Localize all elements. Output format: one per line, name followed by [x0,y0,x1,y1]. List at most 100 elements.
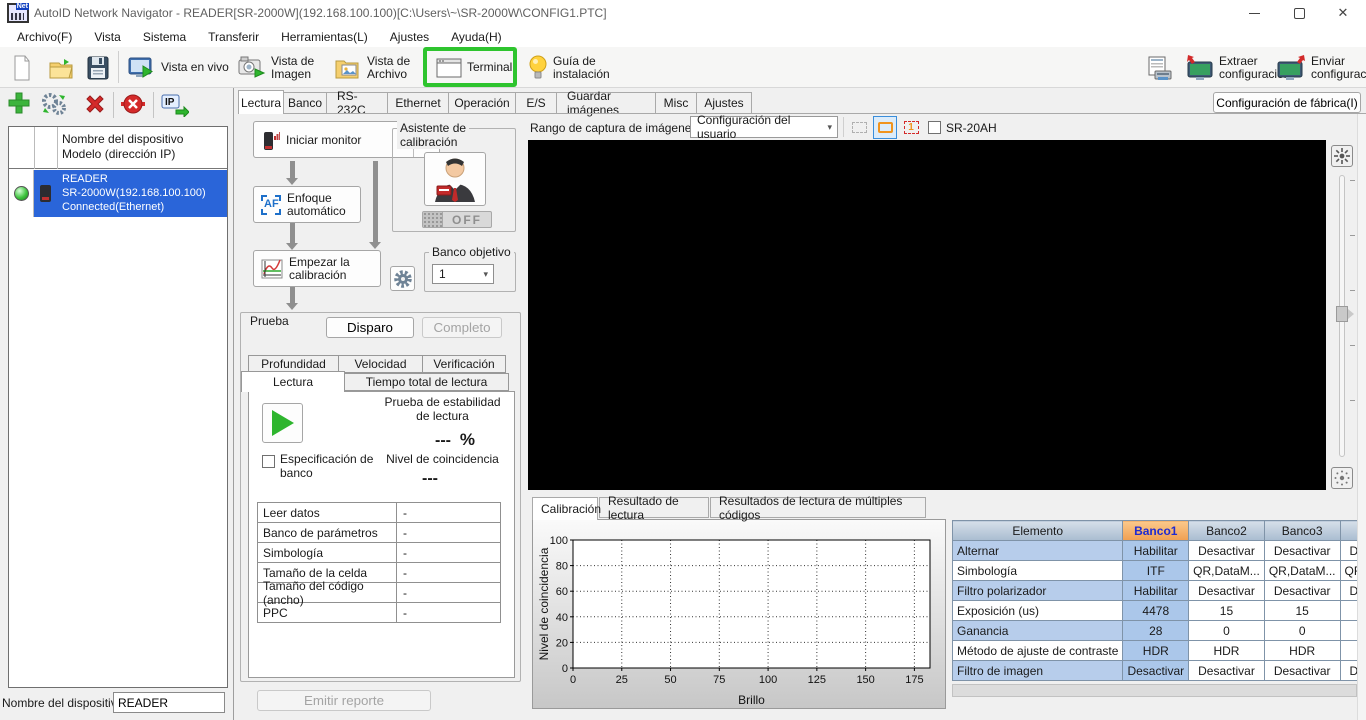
device-name-input[interactable] [113,692,225,713]
settings-cell-value[interactable]: QR,DataM... [1340,561,1357,581]
factory-reset-button[interactable]: Configuración de fábrica(I) [1213,92,1361,113]
tab-operacin[interactable]: Operación [448,92,516,113]
install-guide-button[interactable]: Guía de instalación [524,50,614,85]
brightness-up-button[interactable] [1331,145,1353,167]
settings-cell-value[interactable]: Desactivar [1123,661,1189,681]
delete-device-button[interactable] [83,92,107,116]
settings-cell-value[interactable]: Desactivar [1340,541,1357,561]
result-tab-resultadosdelecturademlt[interactable]: Resultados de lectura de múltiples códig… [710,497,926,518]
tab-ajustes[interactable]: Ajustes [696,92,752,113]
settings-col-banco4[interactable]: Banco4 [1340,521,1357,541]
new-file-button[interactable] [6,50,38,85]
capture-preset-select[interactable]: Configuración del usuario ▾ [690,116,838,138]
start-calibration-button[interactable]: Empezar la calibración [253,250,381,287]
calibration-settings-button[interactable] [390,266,415,291]
send-config-button[interactable]: Enviar configuración [1272,50,1366,85]
settings-row-alternar[interactable]: AlternarHabilitarDesactivarDesactivarDes… [953,541,1358,561]
settings-cell-label[interactable]: Simbología [953,561,1123,581]
result-tab-calibracin[interactable]: Calibración [532,497,598,520]
settings-cell-value[interactable]: Desactivar [1189,661,1265,681]
tab-ethernet[interactable]: Ethernet [387,92,449,113]
settings-cell-value[interactable]: 28 [1123,621,1189,641]
settings-cell-value[interactable]: HDR [1189,641,1265,661]
run-test-button[interactable] [262,403,303,443]
settings-col-banco3[interactable]: Banco3 [1264,521,1340,541]
settings-cell-label[interactable]: Filtro de imagen [953,661,1123,681]
settings-cell-label[interactable]: Filtro polarizador [953,581,1123,601]
settings-cell-value[interactable]: HDR [1340,641,1357,661]
trigger-button[interactable]: Disparo [326,317,414,338]
autofocus-button[interactable]: AF Enfoque automático [253,186,361,223]
print-view-button[interactable] [1143,50,1177,85]
settings-row-ganancia[interactable]: Ganancia28000 [953,621,1358,641]
test-tab-verificacin[interactable]: Verificación [422,355,506,373]
settings-row-simbologa[interactable]: SimbologíaITFQR,DataM...QR,DataM...QR,Da… [953,561,1358,581]
menu-item-sistema[interactable]: Sistema [132,28,197,46]
settings-col-banco1[interactable]: Banco1 [1123,521,1189,541]
settings-cell-value[interactable]: 4478 [1123,601,1189,621]
settings-cell-value[interactable]: QR,DataM... [1264,561,1340,581]
settings-row-filtrodeimagen[interactable]: Filtro de imagenDesactivarDesactivarDesa… [953,661,1358,681]
menu-item-archivof[interactable]: Archivo(F) [6,28,83,46]
add-device-button[interactable] [7,91,31,115]
tab-misc[interactable]: Misc [655,92,697,113]
settings-cell-value[interactable]: Desactivar [1189,541,1265,561]
tab-guardarimgenes[interactable]: Guardar imágenes [556,92,656,113]
settings-cell-label[interactable]: Exposición (us) [953,601,1123,621]
refresh-devices-button[interactable] [41,92,67,116]
camera-image-view[interactable] [528,140,1326,490]
assistant-toggle[interactable]: OFF [422,211,492,228]
settings-cell-value[interactable]: Desactivar [1264,581,1340,601]
complete-button[interactable]: Completo [422,317,502,338]
test-tab-velocidad[interactable]: Velocidad [338,355,423,373]
live-view-button[interactable]: Vista en vivo [124,50,233,85]
settings-col-banco2[interactable]: Banco2 [1189,521,1265,541]
settings-cell-label[interactable]: Ganancia [953,621,1123,641]
settings-col-elemento[interactable]: Elemento [953,521,1123,541]
settings-cell-value[interactable]: Habilitar [1123,541,1189,561]
menu-item-herramientasl[interactable]: Herramientas(L) [270,28,379,46]
settings-cell-value[interactable]: Desactivar [1340,581,1357,601]
save-button[interactable] [82,50,114,85]
sr20ah-checkbox[interactable] [928,121,941,134]
report-button[interactable]: Emitir reporte [257,690,431,711]
test-tab-tiempototaldelectura[interactable]: Tiempo total de lectura [344,373,509,391]
result-tab-resultadodelectura[interactable]: Resultado de lectura [599,497,709,518]
vertical-scrollbar[interactable] [1357,113,1366,720]
ip-settings-button[interactable]: IP [161,93,189,117]
settings-row-filtropolarizado[interactable]: Filtro polarizadorHabilitar DesactivarDes… [953,581,1358,601]
table-horizontal-scrollbar[interactable] [952,684,1357,697]
capture-area-one-button[interactable]: 1 [899,116,923,139]
menu-item-transferir[interactable]: Transferir [197,28,270,46]
image-view-button[interactable]: Vista de Imagen [234,50,318,85]
settings-row-exposicinus[interactable]: Exposición (us)4478151515 [953,601,1358,621]
settings-cell-value[interactable]: 0 [1264,621,1340,641]
settings-cell-value[interactable]: 0 [1189,621,1265,641]
bank-spec-checkbox[interactable] [262,455,275,468]
settings-cell-value[interactable]: 15 [1189,601,1265,621]
settings-cell-value[interactable]: Desactivar [1264,541,1340,561]
settings-cell-value[interactable]: Habilitar [1123,581,1189,601]
brightness-slider-handle[interactable] [1336,306,1348,322]
settings-cell-label[interactable]: Método de ajuste de contraste [953,641,1123,661]
open-file-button[interactable] [44,50,78,85]
disconnect-device-button[interactable] [121,93,145,117]
settings-row-mtododeajustedec[interactable]: Método de ajuste de contrasteHDRHDRHDRHD… [953,641,1358,661]
terminal-button[interactable]: Terminal [432,50,516,85]
settings-cell-value[interactable]: Desactivar [1264,661,1340,681]
tab-lectura[interactable]: Lectura [238,90,284,114]
settings-cell-value[interactable]: QR,DataM... [1189,561,1265,581]
tab-es[interactable]: E/S [515,92,557,113]
settings-cell-value[interactable]: 0 [1340,621,1357,641]
test-tab-lectura[interactable]: Lectura [241,371,345,392]
settings-cell-value[interactable]: HDR [1123,641,1189,661]
menu-item-ajustes[interactable]: Ajustes [379,28,440,46]
minimize-button[interactable] [1232,0,1276,26]
settings-cell-value[interactable]: ITF [1123,561,1189,581]
capture-area-on-button[interactable] [873,116,897,139]
target-bank-select[interactable]: 1 ▾ [432,264,494,284]
close-button[interactable]: ✕ [1321,0,1365,26]
device-row[interactable]: READER SR-2000W(192.168.100.100) Connect… [9,170,227,217]
file-view-button[interactable]: Vista de Archivo [330,50,414,85]
brightness-down-button[interactable] [1331,467,1353,489]
